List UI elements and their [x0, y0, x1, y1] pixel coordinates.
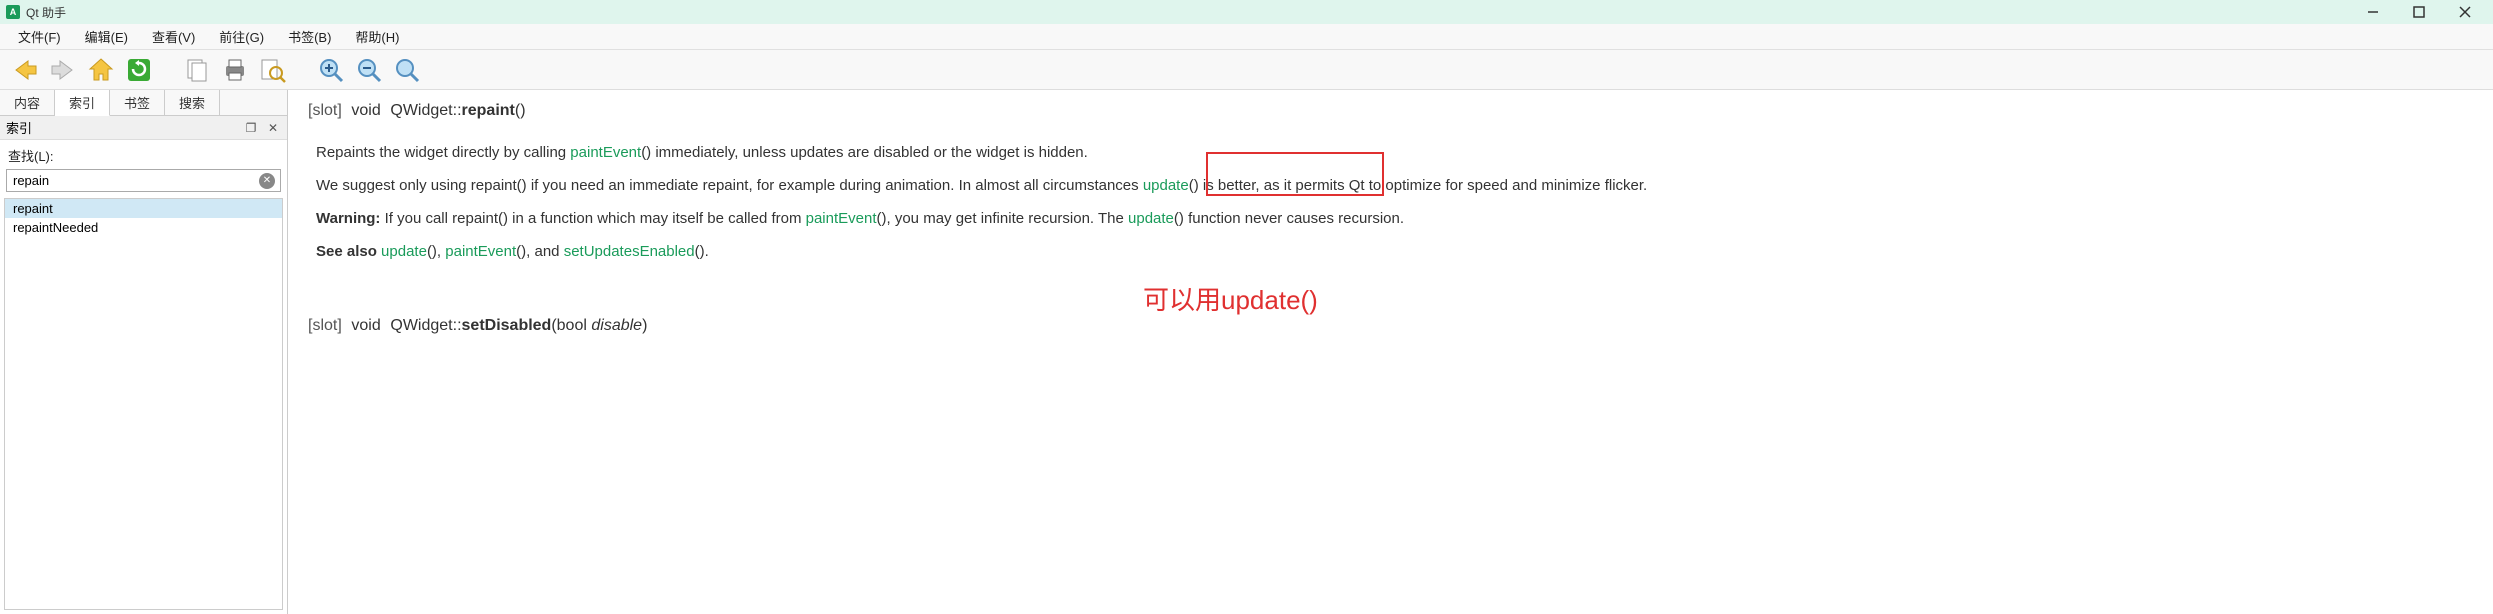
sidebar-tabs: 内容 索引 书签 搜索 — [0, 90, 287, 116]
titlebar: A Qt 助手 — [0, 0, 2493, 24]
forward-button[interactable] — [46, 53, 80, 87]
minimize-button[interactable] — [2359, 2, 2387, 22]
zoom-reset-button[interactable] — [390, 53, 424, 87]
result-item[interactable]: repaint — [5, 199, 282, 218]
zoom-out-button[interactable] — [352, 53, 386, 87]
print-button[interactable] — [218, 53, 252, 87]
tab-search[interactable]: 搜索 — [165, 90, 220, 115]
copy-button[interactable] — [180, 53, 214, 87]
function-signature: [slot] void QWidget::repaint() — [308, 98, 2473, 125]
doc-paragraph: Repaints the widget directly by calling … — [316, 141, 2473, 166]
link-paintevent[interactable]: paintEvent — [806, 210, 877, 227]
function-signature: [slot] void QWidget::setDisabled(bool di… — [308, 313, 2473, 340]
app-icon: A — [6, 5, 20, 19]
menubar: 文件(F) 编辑(E) 查看(V) 前往(G) 书签(B) 帮助(H) — [0, 24, 2493, 50]
window-title: Qt 助手 — [26, 4, 66, 21]
menu-go[interactable]: 前往(G) — [207, 24, 276, 49]
link-paintevent[interactable]: paintEvent — [445, 243, 516, 260]
find-label: 查找(L): — [0, 140, 287, 169]
link-setupdatesenabled[interactable]: setUpdatesEnabled — [564, 243, 695, 260]
maximize-button[interactable] — [2405, 2, 2433, 22]
menu-file[interactable]: 文件(F) — [6, 24, 73, 49]
tab-bookmarks[interactable]: 书签 — [110, 90, 165, 115]
clear-input-icon[interactable]: ✕ — [259, 173, 275, 189]
close-button[interactable] — [2451, 2, 2479, 22]
annotation-text: 可以用update() — [1143, 280, 1318, 322]
home-button[interactable] — [84, 53, 118, 87]
find-button[interactable] — [256, 53, 290, 87]
toolbar — [0, 50, 2493, 90]
sidebar: 内容 索引 书签 搜索 索引 ❐ ✕ 查找(L): ✕ repaint repa… — [0, 90, 288, 614]
result-list[interactable]: repaint repaintNeeded — [4, 198, 283, 610]
panel-header: 索引 ❐ ✕ — [0, 116, 287, 140]
back-button[interactable] — [8, 53, 42, 87]
menu-help[interactable]: 帮助(H) — [343, 24, 411, 49]
link-update[interactable]: update — [381, 243, 427, 260]
doc-paragraph: Warning: If you call repaint() in a func… — [316, 207, 2473, 232]
tab-content[interactable]: 内容 — [0, 90, 55, 115]
find-input[interactable] — [6, 169, 281, 192]
menu-view[interactable]: 查看(V) — [140, 24, 207, 49]
reload-button[interactable] — [122, 53, 156, 87]
doc-content[interactable]: [slot] void QWidget::repaint() Repaints … — [288, 90, 2493, 614]
link-update[interactable]: update — [1143, 177, 1189, 194]
undock-icon[interactable]: ❐ — [243, 120, 259, 136]
tab-index[interactable]: 索引 — [55, 90, 110, 116]
link-update[interactable]: update — [1128, 210, 1174, 227]
result-item[interactable]: repaintNeeded — [5, 218, 282, 237]
menu-bookmarks[interactable]: 书签(B) — [276, 24, 343, 49]
link-paintevent[interactable]: paintEvent — [570, 144, 641, 161]
close-panel-icon[interactable]: ✕ — [265, 120, 281, 136]
doc-see-also: See also update(), paintEvent(), and set… — [316, 240, 2473, 265]
panel-title: 索引 — [6, 118, 32, 137]
menu-edit[interactable]: 编辑(E) — [73, 24, 140, 49]
doc-paragraph: We suggest only using repaint() if you n… — [316, 174, 2473, 199]
zoom-in-button[interactable] — [314, 53, 348, 87]
